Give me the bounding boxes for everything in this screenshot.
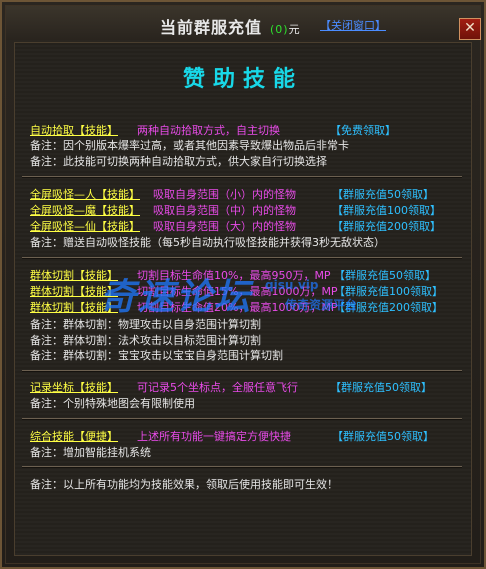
claim-button[interactable]: 【群服充值50领取】 <box>332 430 434 444</box>
skill-description: 吸取自身范围（中）内的怪物 <box>153 204 296 217</box>
note-line: 备注：此技能可切换两种自动拾取方式，供大家自行切换选择 <box>30 155 327 168</box>
note-line: 备注：群体切割：宝宝攻击以宝宝自身范围计算切割 <box>30 349 283 362</box>
title-bar: 当前群服充值 (0)元 【关闭窗口】 ✕ <box>6 6 481 40</box>
note-line: 备注：以上所有功能均为技能效果，领取后使用技能即可生效！ <box>30 478 338 491</box>
divider <box>22 257 462 259</box>
skill-name[interactable]: 全屏吸怪—仙 <box>30 220 96 233</box>
skill-description: 上述所有功能一键搞定方便快捷 <box>137 430 291 443</box>
skill-name[interactable]: 群体切割 <box>30 269 74 282</box>
divider <box>22 418 462 420</box>
skill-description: 可记录5个坐标点，全服任意飞行 <box>137 381 298 394</box>
skill-row[interactable]: 全屏吸怪—仙【技能】 吸取自身范围（大）内的怪物 【群服充值200领取】 <box>30 220 441 234</box>
note-line: 备注：赠送自动吸怪技能（每5秒自动执行吸怪技能并获得3秒无敌状态） <box>30 236 385 249</box>
skill-row[interactable]: 全屏吸怪—人【技能】 吸取自身范围（小）内的怪物 【群服充值50领取】 <box>30 188 434 202</box>
close-icon[interactable]: ✕ <box>459 18 481 40</box>
divider <box>22 370 462 372</box>
skill-name[interactable]: 记录坐标 <box>30 381 74 394</box>
close-window-link-label[interactable]: 【关闭窗口】 <box>320 19 386 32</box>
skill-tag[interactable]: 【便捷】 <box>74 430 118 443</box>
skill-description: 吸取自身范围（小）内的怪物 <box>153 188 296 201</box>
divider <box>22 466 462 468</box>
claim-button[interactable]: 【群服充值50领取】 <box>332 188 434 202</box>
skill-name[interactable]: 自动拾取 <box>30 124 74 137</box>
skill-name[interactable]: 全屏吸怪—魔 <box>30 204 96 217</box>
window-title: 当前群服充值 (0)元 <box>160 14 301 38</box>
skill-tag[interactable]: 【技能】 <box>96 188 140 201</box>
claim-button[interactable]: 【群服充值50领取】 <box>334 269 436 283</box>
skill-name[interactable]: 群体切割 <box>30 285 74 298</box>
divider <box>22 176 462 178</box>
skill-row[interactable]: 记录坐标【技能】 可记录5个坐标点，全服任意飞行 【群服充值50领取】 <box>30 381 432 395</box>
watermark-text: 奇速论坛 <box>100 277 253 318</box>
skill-row[interactable]: 自动拾取【技能】 两种自动拾取方式，自主切换 【免费领取】 <box>30 124 396 138</box>
claim-button[interactable]: 【免费领取】 <box>330 124 396 138</box>
skill-tag[interactable]: 【技能】 <box>96 204 140 217</box>
watermark-url: qisu.vip <box>265 278 319 292</box>
watermark-subtitle: 传奇资源平台 <box>285 298 358 312</box>
skill-name[interactable]: 群体切割 <box>30 301 74 314</box>
claim-button[interactable]: 【群服充值50领取】 <box>330 381 432 395</box>
note-line: 备注：群体切割：物理攻击以自身范围计算切割 <box>30 318 261 331</box>
skill-row[interactable]: 综合技能【便捷】 上述所有功能一键搞定方便快捷 【群服充值50领取】 <box>30 430 434 444</box>
skill-description: 吸取自身范围（大）内的怪物 <box>153 220 296 233</box>
skill-name[interactable]: 综合技能 <box>30 430 74 443</box>
close-window-link[interactable]: 【关闭窗口】 <box>320 17 386 33</box>
skill-name[interactable]: 全屏吸怪—人 <box>30 188 96 201</box>
claim-button[interactable]: 【群服充值100领取】 <box>332 204 441 218</box>
panel-heading: 赞助技能 <box>182 67 303 92</box>
claim-button[interactable]: 【群服充值200领取】 <box>332 220 441 234</box>
skill-tag[interactable]: 【技能】 <box>74 381 118 394</box>
skill-row[interactable]: 全屏吸怪—魔【技能】 吸取自身范围（中）内的怪物 【群服充值100领取】 <box>30 204 441 218</box>
note-line: 备注：个别特殊地图会有限制使用 <box>30 397 195 410</box>
note-line: 备注：增加智能挂机系统 <box>30 446 151 459</box>
note-line: 备注：群体切割：法术攻击以目标范围计算切割 <box>30 334 261 347</box>
skill-description: 两种自动拾取方式，自主切换 <box>137 124 280 137</box>
note-line: 备注：因个别版本爆率过高，或者其他因素导致爆出物品后非常卡 <box>30 139 349 152</box>
balance-value: (0) <box>270 23 289 36</box>
window-title-text: 当前群服充值 <box>160 18 263 37</box>
skill-tag[interactable]: 【技能】 <box>96 220 140 233</box>
skill-tag[interactable]: 【技能】 <box>74 124 118 137</box>
balance-unit: 元 <box>288 23 301 36</box>
